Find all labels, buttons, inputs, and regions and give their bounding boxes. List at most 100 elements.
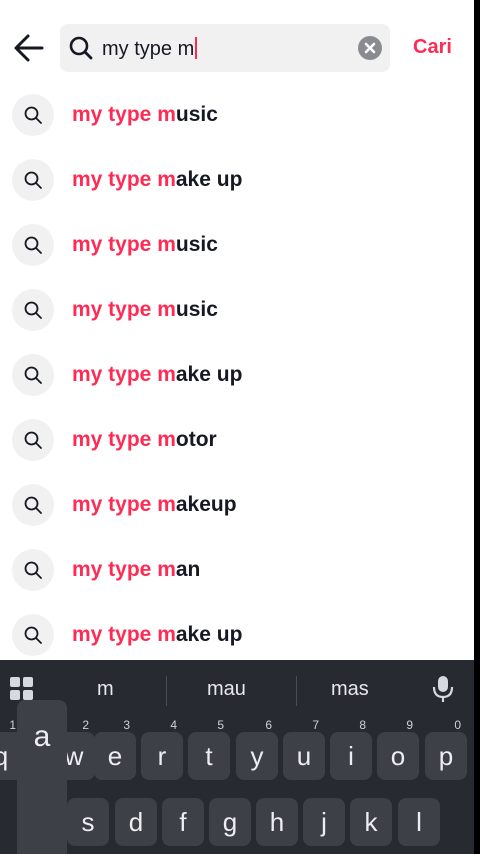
- key-d[interactable]: d: [115, 798, 157, 846]
- key-g[interactable]: g: [209, 798, 251, 846]
- key-y[interactable]: y6: [236, 718, 278, 780]
- key-s[interactable]: s: [67, 798, 109, 846]
- word-suggestion[interactable]: m: [97, 678, 114, 701]
- key-label: q: [0, 741, 9, 771]
- key-label: l: [416, 807, 422, 837]
- suggestion-search-icon-wrap: [12, 289, 54, 331]
- suggestion-label: my type make up: [72, 363, 242, 387]
- key-label: g: [222, 807, 238, 837]
- key-f[interactable]: f: [162, 798, 204, 846]
- key-number-hint: 9: [406, 718, 413, 732]
- search-field[interactable]: my type m: [60, 24, 390, 72]
- suggestion-label: my type music: [72, 233, 218, 257]
- text-cursor: [195, 37, 198, 59]
- key-number-hint: 3: [123, 718, 130, 732]
- suggestion-rest: ake up: [175, 623, 243, 646]
- key-i[interactable]: i8: [330, 718, 372, 780]
- search-icon: [24, 431, 42, 449]
- suggestion-match: my type m: [72, 103, 176, 126]
- suggestion-label: my type makeup: [72, 493, 237, 517]
- key-l[interactable]: l: [398, 798, 440, 846]
- key-label: i: [348, 741, 354, 771]
- key-label: h: [269, 807, 285, 837]
- key-number-hint: 7: [312, 718, 319, 732]
- suggestion-item[interactable]: my type man: [0, 538, 474, 603]
- suggestion-item[interactable]: my type makeup: [0, 473, 474, 538]
- key-label: u: [296, 741, 312, 771]
- suggestion-label: my type make up: [72, 623, 242, 647]
- suggestion-item[interactable]: my type make up: [0, 603, 474, 668]
- suggestion-match: my type m: [72, 428, 176, 451]
- search-icon: [24, 301, 42, 319]
- suggestion-search-icon-wrap: [12, 94, 54, 136]
- back-button[interactable]: [12, 30, 46, 66]
- search-icon: [69, 36, 93, 60]
- suggestion-match: my type m: [72, 298, 176, 321]
- key-r[interactable]: r4: [141, 718, 183, 780]
- suggestion-item[interactable]: my type make up: [0, 343, 474, 408]
- suggestion-divider: [166, 676, 167, 706]
- microphone-icon[interactable]: [432, 674, 454, 704]
- key-label: o: [390, 741, 406, 771]
- key-e[interactable]: e3: [94, 718, 136, 780]
- suggestion-search-icon-wrap: [12, 419, 54, 461]
- apps-grid-icon[interactable]: [9, 676, 35, 702]
- key-t[interactable]: t5: [188, 718, 230, 780]
- key-u[interactable]: u7: [283, 718, 325, 780]
- suggestion-item[interactable]: my type motor: [0, 408, 474, 473]
- keyboard: m mau mas q1w2e3r4t5y6u7i8o9p0sdfghjkl a: [0, 660, 474, 854]
- suggestion-rest: usic: [175, 233, 218, 256]
- suggestion-search-icon-wrap: [12, 549, 54, 591]
- clear-circle-icon: [364, 42, 376, 54]
- word-suggestion[interactable]: mas: [331, 678, 369, 701]
- suggestion-match: my type m: [72, 233, 176, 256]
- screen-edge: [474, 0, 480, 854]
- key-label: f: [179, 807, 187, 837]
- key-number-hint: 8: [359, 718, 366, 732]
- key-label: s: [81, 807, 95, 837]
- suggestion-label: my type man: [72, 558, 200, 582]
- pressed-key-label: a: [33, 720, 51, 753]
- key-label: r: [157, 741, 167, 771]
- search-input[interactable]: my type m: [102, 37, 198, 61]
- clear-button[interactable]: [358, 36, 382, 60]
- key-k[interactable]: k: [350, 798, 392, 846]
- suggestion-search-icon-wrap: [12, 614, 54, 656]
- search-icon: [24, 171, 42, 189]
- key-label: y: [250, 741, 264, 771]
- suggestion-rest: ake up: [175, 363, 243, 386]
- key-number-hint: 4: [170, 718, 177, 732]
- suggestion-item[interactable]: my type music: [0, 213, 474, 278]
- key-o[interactable]: o9: [377, 718, 419, 780]
- key-label: j: [321, 807, 327, 837]
- suggestion-label: my type make up: [72, 168, 242, 192]
- suggestion-search-icon-wrap: [12, 224, 54, 266]
- key-number-hint: 1: [9, 718, 16, 732]
- key-h[interactable]: h: [256, 798, 298, 846]
- suggestion-item[interactable]: my type music: [0, 278, 474, 343]
- word-suggestion[interactable]: mau: [207, 678, 246, 701]
- key-j[interactable]: j: [303, 798, 345, 846]
- search-submit-button[interactable]: Cari: [413, 36, 452, 59]
- suggestion-search-icon-wrap: [12, 159, 54, 201]
- suggestion-item[interactable]: my type music: [0, 83, 474, 148]
- suggestion-rest: usic: [175, 298, 218, 321]
- key-p[interactable]: p0: [425, 718, 467, 780]
- suggestion-search-icon-wrap: [12, 484, 54, 526]
- search-icon: [24, 106, 42, 124]
- key-number-hint: 6: [265, 718, 272, 732]
- suggestion-match: my type m: [72, 363, 176, 386]
- arrow-left-icon: [14, 34, 44, 62]
- suggestion-rest: akeup: [175, 493, 237, 516]
- search-icon: [24, 561, 42, 579]
- suggestion-label: my type music: [72, 298, 218, 322]
- key-press-popup: a: [17, 700, 67, 854]
- suggestion-rest: usic: [175, 103, 218, 126]
- key-label: k: [364, 807, 378, 837]
- suggestion-match: my type m: [72, 168, 176, 191]
- search-icon: [24, 236, 42, 254]
- suggestion-match: my type m: [72, 623, 176, 646]
- suggestion-item[interactable]: my type make up: [0, 148, 474, 213]
- suggestion-match: my type m: [72, 558, 176, 581]
- key-label: e: [107, 741, 123, 771]
